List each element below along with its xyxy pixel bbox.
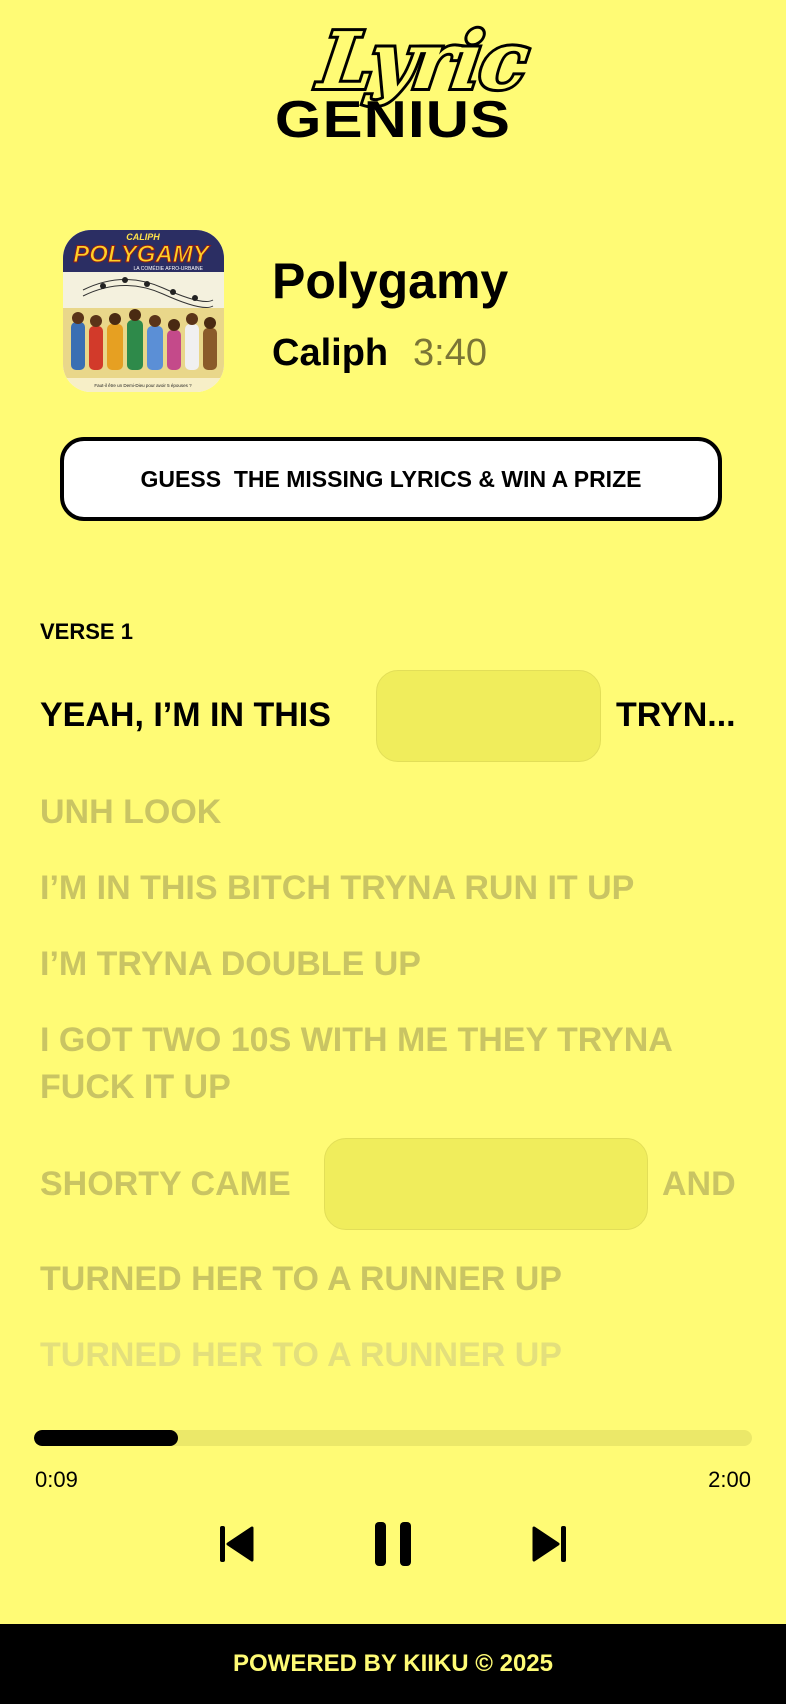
lyric-blank-input-1[interactable] — [376, 670, 601, 762]
progress-fill — [34, 1430, 178, 1446]
song-artist: Caliph — [272, 332, 389, 374]
cover-title-text: POLYGAMY — [73, 241, 211, 268]
pause-icon — [375, 1522, 411, 1566]
lyric-blank-input-2[interactable] — [324, 1138, 648, 1230]
lyric-line: TURNED HER TO A RUNNER UP — [40, 1260, 562, 1298]
song-title: Polygamy — [272, 253, 509, 309]
cover-tagline-text: Faut-il être un Demi-Dieu pour avoir 5 é… — [94, 383, 192, 388]
elapsed-time: 0:09 — [35, 1467, 78, 1492]
lyric-line: UNH LOOK — [40, 793, 222, 831]
lyric-line-active-before: YEAH, I’M IN THIS — [40, 696, 331, 734]
lyric-line-after: AND — [662, 1165, 736, 1203]
lyric-line: TURNED HER TO A RUNNER UP — [40, 1336, 562, 1374]
lyric-line: I GOT TWO 10S WITH ME THEY TRYNA — [40, 1021, 673, 1059]
song-duration: 3:40 — [413, 332, 487, 374]
footer-text: POWERED BY KIIKU © 2025 — [233, 1650, 553, 1677]
guess-lyrics-button[interactable]: GUESS THE MISSING LYRICS & WIN A PRIZE — [60, 437, 722, 521]
lyric-line: I’M IN THIS BITCH TRYNA RUN IT UP — [40, 869, 635, 907]
lyric-line: FUCK IT UP — [40, 1068, 231, 1106]
skip-forward-icon — [532, 1526, 566, 1562]
album-cover: CALIPH POLYGAMY LA COMÉDIE AFRO-URBAINE — [63, 230, 224, 392]
progress-bar[interactable] — [34, 1430, 752, 1446]
lyric-line-before: SHORTY CAME — [40, 1165, 291, 1203]
previous-button[interactable] — [206, 1518, 266, 1570]
verse-label: VERSE 1 — [40, 619, 133, 644]
skip-back-icon — [220, 1526, 254, 1562]
song-info: CALIPH POLYGAMY LA COMÉDIE AFRO-URBAINE — [63, 230, 743, 394]
pause-button[interactable] — [363, 1518, 423, 1570]
cover-subtitle-text: LA COMÉDIE AFRO-URBAINE — [134, 265, 204, 272]
logo-block-text: GENIUS — [274, 91, 512, 149]
lyric-line: I’M TRYNA DOUBLE UP — [40, 945, 421, 983]
lyric-line-active-after: TRYN... — [616, 696, 736, 734]
next-button[interactable] — [520, 1518, 580, 1570]
logo-script-text: Lyric — [311, 13, 535, 110]
total-time: 2:00 — [708, 1467, 751, 1492]
app-logo: Lyric GENIUS — [0, 13, 786, 152]
footer: POWERED BY KIIKU © 2025 — [0, 1624, 786, 1704]
